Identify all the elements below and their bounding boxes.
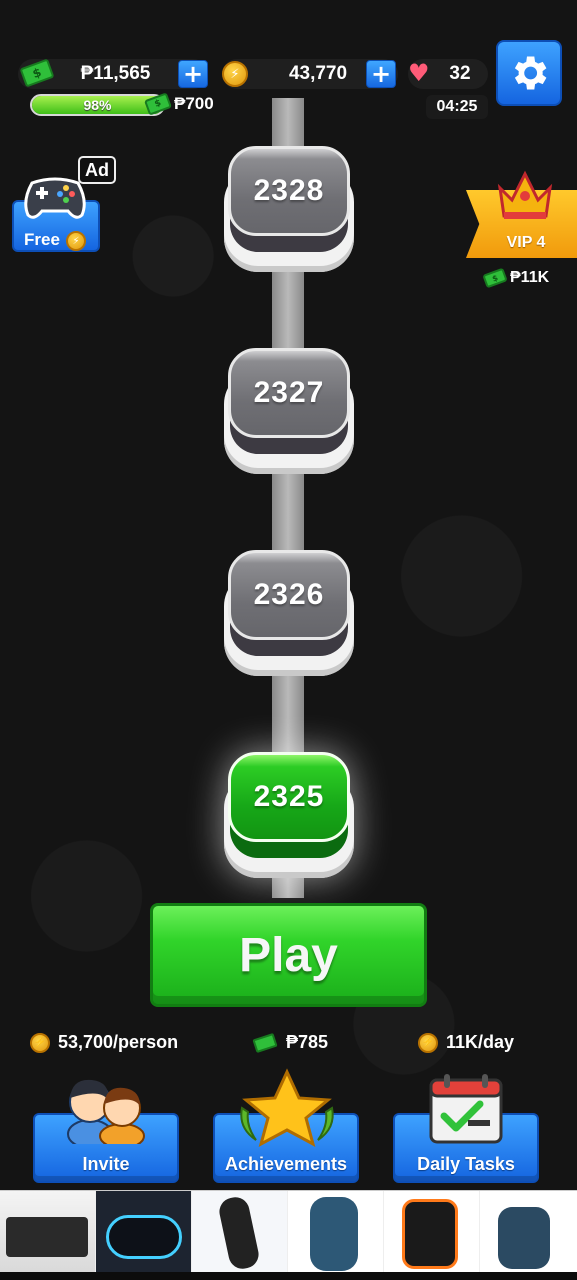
level-number: 2326 — [228, 550, 350, 640]
coin-icon: ⚡ — [222, 61, 248, 87]
vip-label: VIP 4 — [506, 234, 546, 251]
achievements-reward: ₱785 — [252, 1032, 329, 1053]
current-level-node[interactable]: 2325 — [224, 752, 354, 878]
daily-tasks-reward-value: 11K/day — [446, 1032, 515, 1052]
add-cash-button[interactable]: + — [178, 60, 208, 88]
progress-label: 98% — [83, 97, 112, 113]
level-node[interactable]: 2327 — [224, 348, 354, 474]
coins-value: 43,770 — [288, 63, 348, 84]
ad-product-speaker[interactable] — [0, 1191, 96, 1272]
invite-reward-value: 53,700/person — [58, 1032, 179, 1052]
play-button[interactable]: Play — [150, 903, 427, 1007]
crown-icon — [497, 170, 553, 219]
ad-badge: Ad — [78, 156, 116, 184]
invite-label: Invite — [82, 1154, 130, 1174]
lives-timer: 04:25 — [426, 95, 488, 119]
two-people-icon — [67, 1079, 145, 1144]
ad-product-speaker[interactable] — [192, 1191, 288, 1272]
ad-product-speaker[interactable] — [288, 1191, 384, 1272]
coin-icon: ⚡ — [66, 231, 86, 251]
ad-product-speaker[interactable] — [480, 1191, 576, 1272]
banknote-icon — [252, 1032, 278, 1053]
level-node[interactable]: 2326 — [224, 550, 354, 676]
ad-product-speaker[interactable] — [384, 1191, 480, 1272]
vip-reward: ₱11K — [510, 269, 550, 286]
ad-banner[interactable] — [0, 1190, 577, 1272]
level-node[interactable]: 2328 — [224, 146, 354, 272]
gear-icon — [514, 56, 547, 90]
coin-icon: ⚡ — [30, 1032, 50, 1053]
coin-icon: ⚡ — [418, 1032, 438, 1053]
daily-tasks-reward: ⚡ 11K/day — [418, 1032, 514, 1053]
system-nav-bar — [0, 1272, 577, 1280]
free-label: Free — [24, 230, 60, 249]
progress-reward: ₱700 — [174, 94, 214, 113]
settings-button[interactable] — [496, 40, 562, 106]
invite-reward: ⚡ 53,700/person — [30, 1032, 178, 1053]
level-number: 2325 — [228, 752, 350, 842]
banknote-icon: $ — [19, 58, 55, 88]
daily-tasks-label: Daily Tasks — [417, 1154, 515, 1174]
add-coins-button[interactable]: + — [366, 60, 396, 88]
heart-icon: ♥ — [408, 59, 430, 87]
level-number: 2327 — [228, 348, 350, 438]
lives-value: 32 — [449, 63, 471, 84]
ad-product-speaker[interactable] — [96, 1191, 192, 1272]
star-icon — [240, 1068, 334, 1147]
achievements-label: Achievements — [224, 1154, 348, 1174]
cash-value: ₱11,565 — [80, 63, 151, 84]
calendar-check-icon — [429, 1074, 503, 1144]
achievements-reward-value: ₱785 — [286, 1032, 329, 1052]
level-number: 2328 — [228, 146, 350, 236]
lives-balance: ♥ 32 — [408, 59, 488, 89]
